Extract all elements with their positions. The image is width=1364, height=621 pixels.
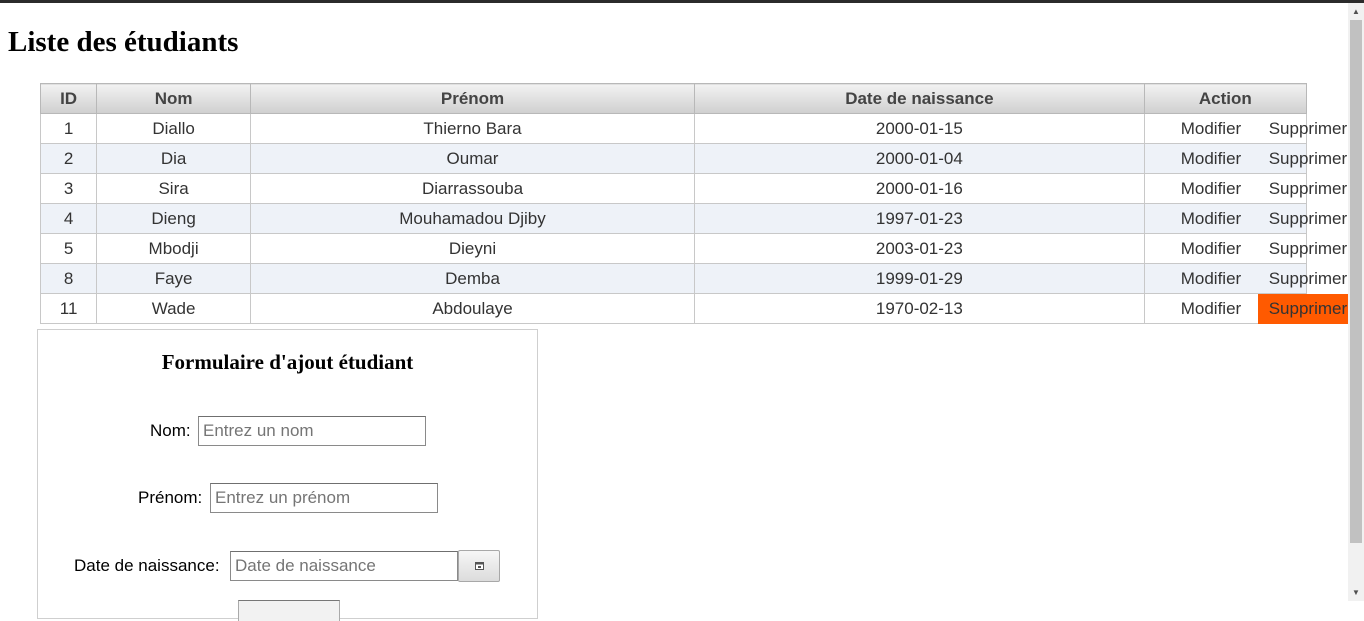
page-title: Liste des étudiants	[8, 26, 239, 58]
date-picker-button[interactable]	[458, 550, 500, 582]
modifier-link[interactable]: Modifier	[1181, 294, 1241, 323]
cell-actions: Modifier Supprimer	[1143, 173, 1347, 204]
table-row: 11 Wade Abdoulaye 1970-02-13 Modifier Su…	[39, 293, 1364, 324]
cell-prenom: Dieyni	[249, 233, 696, 264]
cell-date: 2000-01-15	[694, 113, 1145, 144]
date-input[interactable]	[230, 551, 458, 581]
cell-nom: Faye	[96, 263, 251, 294]
cell-nom: Mbodji	[96, 233, 251, 264]
modifier-link[interactable]: Modifier	[1181, 234, 1241, 263]
cell-actions: Modifier Supprimer	[1143, 113, 1347, 144]
window-top-border	[0, 0, 1364, 3]
cell-prenom: Thierno Bara	[249, 113, 696, 144]
scroll-up-arrow-icon[interactable]: ▲	[1348, 3, 1364, 20]
cell-id: 5	[39, 233, 98, 264]
cell-nom: Dieng	[96, 203, 251, 234]
add-student-form: Formulaire d'ajout étudiant Nom: Prénom:…	[37, 329, 538, 621]
vertical-scrollbar[interactable]: ▲ ▼	[1348, 3, 1364, 601]
cell-id: 3	[39, 173, 98, 204]
submit-button[interactable]	[238, 600, 340, 621]
cell-prenom: Mouhamadou Djiby	[249, 203, 696, 234]
column-header-date: Date de naissance	[694, 83, 1145, 114]
cell-id: 2	[39, 143, 98, 174]
cell-prenom: Demba	[249, 263, 696, 294]
cell-actions: Modifier Supprimer	[1143, 263, 1347, 294]
cell-prenom: Abdoulaye	[249, 293, 696, 324]
table-row: 8 Faye Demba 1999-01-29 Modifier Supprim…	[39, 263, 1347, 294]
cell-actions: Modifier Supprimer	[1143, 233, 1347, 264]
cell-actions: Modifier Supprimer	[1143, 143, 1347, 174]
cell-actions: Modifier Supprimer	[1143, 293, 1364, 324]
column-header-prenom: Prénom	[249, 83, 696, 114]
column-header-nom: Nom	[96, 83, 251, 114]
cell-id: 4	[39, 203, 98, 234]
cell-date: 1999-01-29	[694, 263, 1145, 294]
column-header-id: ID	[39, 83, 98, 114]
cell-nom: Sira	[96, 173, 251, 204]
cell-date: 2000-01-04	[694, 143, 1145, 174]
cell-date: 2000-01-16	[694, 173, 1145, 204]
table-row: 3 Sira Diarrassouba 2000-01-16 Modifier …	[39, 173, 1347, 204]
cell-nom: Dia	[96, 143, 251, 174]
modifier-link[interactable]: Modifier	[1181, 144, 1241, 173]
cell-date: 2003-01-23	[694, 233, 1145, 264]
cell-date: 1970-02-13	[694, 293, 1145, 324]
cell-actions: Modifier Supprimer	[1143, 203, 1347, 234]
table-row: 5 Mbodji Dieyni 2003-01-23 Modifier Supp…	[39, 233, 1347, 264]
date-label: Date de naissance:	[74, 556, 220, 575]
cell-date: 1997-01-23	[694, 203, 1145, 234]
modifier-link[interactable]: Modifier	[1181, 264, 1241, 293]
column-header-action: Action	[1143, 83, 1308, 114]
students-table: ID Nom Prénom Date de naissance Action 1…	[39, 83, 1364, 324]
scroll-thumb[interactable]	[1350, 20, 1362, 543]
modifier-link[interactable]: Modifier	[1181, 114, 1241, 143]
cell-nom: Diallo	[96, 113, 251, 144]
nom-input[interactable]	[198, 416, 426, 446]
cell-prenom: Diarrassouba	[249, 173, 696, 204]
cell-nom: Wade	[96, 293, 251, 324]
cell-id: 1	[39, 113, 98, 144]
prenom-label: Prénom:	[138, 488, 203, 507]
cell-id: 8	[39, 263, 98, 294]
cell-id: 11	[39, 293, 98, 324]
table-row: 4 Dieng Mouhamadou Djiby 1997-01-23 Modi…	[39, 203, 1347, 234]
table-row: 2 Dia Oumar 2000-01-04 Modifier Supprime…	[39, 143, 1347, 174]
form-title: Formulaire d'ajout étudiant	[161, 350, 414, 374]
scroll-down-arrow-icon[interactable]: ▼	[1348, 584, 1364, 601]
table-row: 1 Diallo Thierno Bara 2000-01-15 Modifie…	[39, 113, 1347, 144]
table-header-row: ID Nom Prénom Date de naissance Action	[39, 83, 1308, 114]
modifier-link[interactable]: Modifier	[1181, 204, 1241, 233]
cell-prenom: Oumar	[249, 143, 696, 174]
modifier-link[interactable]: Modifier	[1181, 174, 1241, 203]
calendar-icon	[474, 557, 484, 575]
prenom-input[interactable]	[210, 483, 438, 513]
nom-label: Nom:	[150, 421, 191, 440]
